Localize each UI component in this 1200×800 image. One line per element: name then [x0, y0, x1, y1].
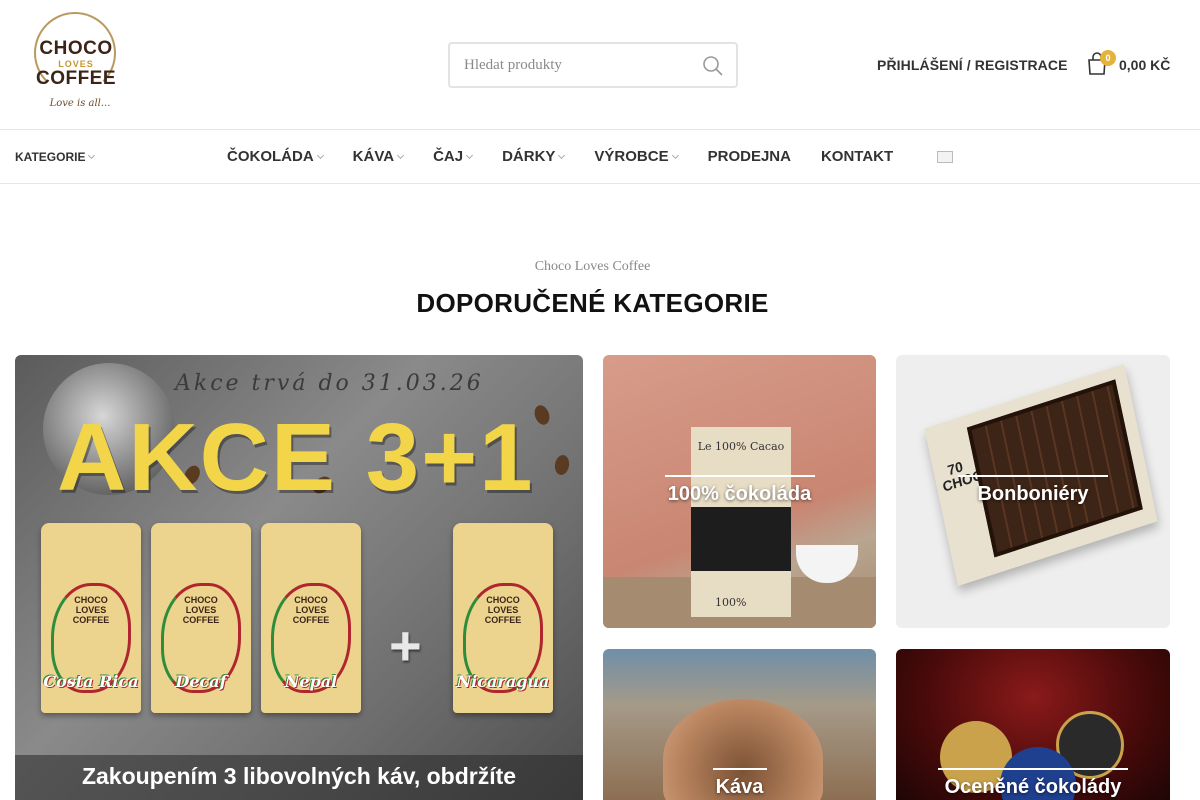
bag-brand: CHOCO LOVES COFFEE — [453, 595, 553, 625]
nav-item-label: DÁRKY — [502, 148, 556, 165]
nav-item-label: PRODEJNA — [707, 148, 791, 165]
bag-brand-line: COFFEE — [484, 615, 522, 625]
nav-item-vyrobce[interactable]: VÝROBCE — [594, 148, 679, 165]
category-caption: Oceněné čokolády — [896, 768, 1170, 799]
category-caption: 100% čokoláda — [603, 475, 876, 506]
promo-date-text: Akce trvá do 31.03.26 — [175, 371, 484, 396]
categories-dropdown[interactable]: KATEGORIE — [15, 150, 96, 164]
nav-item-label: KÁVA — [352, 148, 395, 165]
category-caption: Bonboniéry — [896, 475, 1170, 506]
bag-brand-line: LOVES — [185, 605, 217, 615]
plus-sign: + — [389, 614, 422, 677]
pack-bottom — [691, 571, 791, 617]
bag-brand: CHOCO LOVES COFFEE — [41, 595, 141, 625]
logo-text-choco: CHOCO — [39, 38, 113, 59]
category-label: 100% čokoláda — [667, 483, 812, 505]
coffee-bag: CHOCO LOVES COFFEE Nepal — [261, 523, 361, 713]
search-input[interactable] — [464, 54, 684, 76]
bag-name: Nepal — [284, 672, 338, 691]
cart-count-badge: 0 — [1100, 50, 1116, 66]
logo-text-coffee: COFFEE — [35, 68, 117, 89]
nav-item-kontakt[interactable]: KONTAKT — [821, 148, 893, 165]
nav-item-cokolada[interactable]: ČOKOLÁDA — [227, 148, 324, 165]
site-logo[interactable]: CHOCO LOVES COFFEE Love is all... — [30, 12, 122, 118]
chevron-down-icon — [466, 151, 474, 160]
nav-item-kava[interactable]: KÁVA — [352, 148, 405, 165]
cart-total[interactable]: 0,00 KČ — [1119, 57, 1170, 73]
chevron-down-icon — [397, 151, 405, 160]
caption-underline — [712, 768, 767, 770]
chevron-down-icon — [316, 151, 324, 160]
category-tile-100-cokolada[interactable]: Le 100% Cacao 100% 100% čokoláda — [603, 355, 876, 628]
logo-tagline: Love is all... — [49, 98, 111, 109]
caption-underline — [938, 768, 1128, 770]
main-navigation: KATEGORIE ČOKOLÁDA KÁVA ČAJ DÁRKY VÝROBC… — [0, 131, 1200, 184]
bag-brand-line: COFFEE — [72, 615, 110, 625]
chocolate-bar-image: Le 100% Cacao 100% — [691, 427, 791, 617]
promo-banner[interactable]: Akce trvá do 31.03.26 AKCE 3+1 CHOCO LOVE… — [15, 355, 583, 800]
nav-item-label: ČOKOLÁDA — [227, 148, 314, 165]
main-menu: ČOKOLÁDA KÁVA ČAJ DÁRKY VÝROBCE PRODEJNA… — [227, 148, 927, 165]
bag-brand-line: COFFEE — [292, 615, 330, 625]
caption-underline — [958, 475, 1108, 477]
search-icon[interactable] — [702, 55, 724, 77]
nav-item-label: KONTAKT — [820, 148, 894, 165]
promo-headline: AKCE 3+1 — [57, 404, 535, 511]
search-box — [448, 42, 738, 88]
coffee-bag: CHOCO LOVES COFFEE Nicaragua — [453, 523, 553, 713]
site-header: CHOCO LOVES COFFEE Love is all... PŘIHLÁ… — [0, 0, 1200, 130]
chevron-down-icon — [88, 151, 96, 160]
pack-text: Le 100% Cacao — [697, 440, 785, 453]
category-tile-ocenene-cokolady[interactable]: Oceněné čokolády — [896, 649, 1170, 800]
pack-percent: 100% — [715, 596, 747, 609]
bag-brand-line: LOVES — [487, 605, 519, 615]
category-label: Bonboniéry — [977, 483, 1089, 505]
bag-brand-line: CHOCO — [74, 595, 108, 605]
coffee-bean-image — [532, 403, 552, 427]
nav-item-prodejna[interactable]: PRODEJNA — [708, 148, 791, 165]
flag-icon[interactable] — [937, 151, 953, 163]
chevron-down-icon — [671, 151, 679, 160]
nav-item-label: ČAJ — [433, 148, 464, 165]
promo-caption-bar: Zakoupením 3 libovolných káv, obdržíte — [15, 755, 583, 800]
bag-brand-line: CHOCO — [184, 595, 218, 605]
category-label: Oceněné čokolády — [944, 776, 1122, 798]
bag-brand-line: CHOCO — [294, 595, 328, 605]
nav-item-label: VÝROBCE — [594, 148, 669, 165]
nav-item-darky[interactable]: DÁRKY — [502, 148, 566, 165]
category-tile-bonboniery[interactable]: 70 CHOCOLATS Bonboniéry — [896, 355, 1170, 628]
bag-name: Nicaragua — [456, 672, 550, 691]
cart-button[interactable]: 0 — [1086, 50, 1116, 78]
box-chocolates — [966, 379, 1143, 558]
bag-name: Costa Rica — [43, 672, 139, 691]
coffee-bean-image — [553, 453, 571, 477]
section-title: DOPORUČENÉ KATEGORIE — [416, 288, 769, 318]
bag-brand-line: CHOCO — [486, 595, 520, 605]
caption-underline — [664, 475, 815, 477]
nav-item-caj[interactable]: ČAJ — [433, 148, 474, 165]
bag-brand-line: COFFEE — [182, 615, 220, 625]
categories-label: KATEGORIE — [15, 150, 86, 164]
category-caption: Káva — [603, 768, 876, 799]
promo-caption: Zakoupením 3 libovolných káv, obdržíte — [81, 763, 517, 789]
coffee-bag: CHOCO LOVES COFFEE Decaf — [151, 523, 251, 713]
login-register-link[interactable]: PŘIHLÁŠENÍ / REGISTRACE — [877, 57, 1068, 73]
bag-name: Decaf — [175, 672, 227, 691]
category-tile-kava[interactable]: Káva — [603, 649, 876, 800]
bag-brand-line: LOVES — [295, 605, 327, 615]
coffee-bag: CHOCO LOVES COFFEE Costa Rica — [41, 523, 141, 713]
category-label: Káva — [715, 776, 764, 798]
bag-brand-line: LOVES — [75, 605, 107, 615]
bag-brand: CHOCO LOVES COFFEE — [151, 595, 251, 625]
bag-brand: CHOCO LOVES COFFEE — [261, 595, 361, 625]
chevron-down-icon — [558, 151, 566, 160]
section-subtitle: Choco Loves Coffee — [534, 259, 651, 274]
